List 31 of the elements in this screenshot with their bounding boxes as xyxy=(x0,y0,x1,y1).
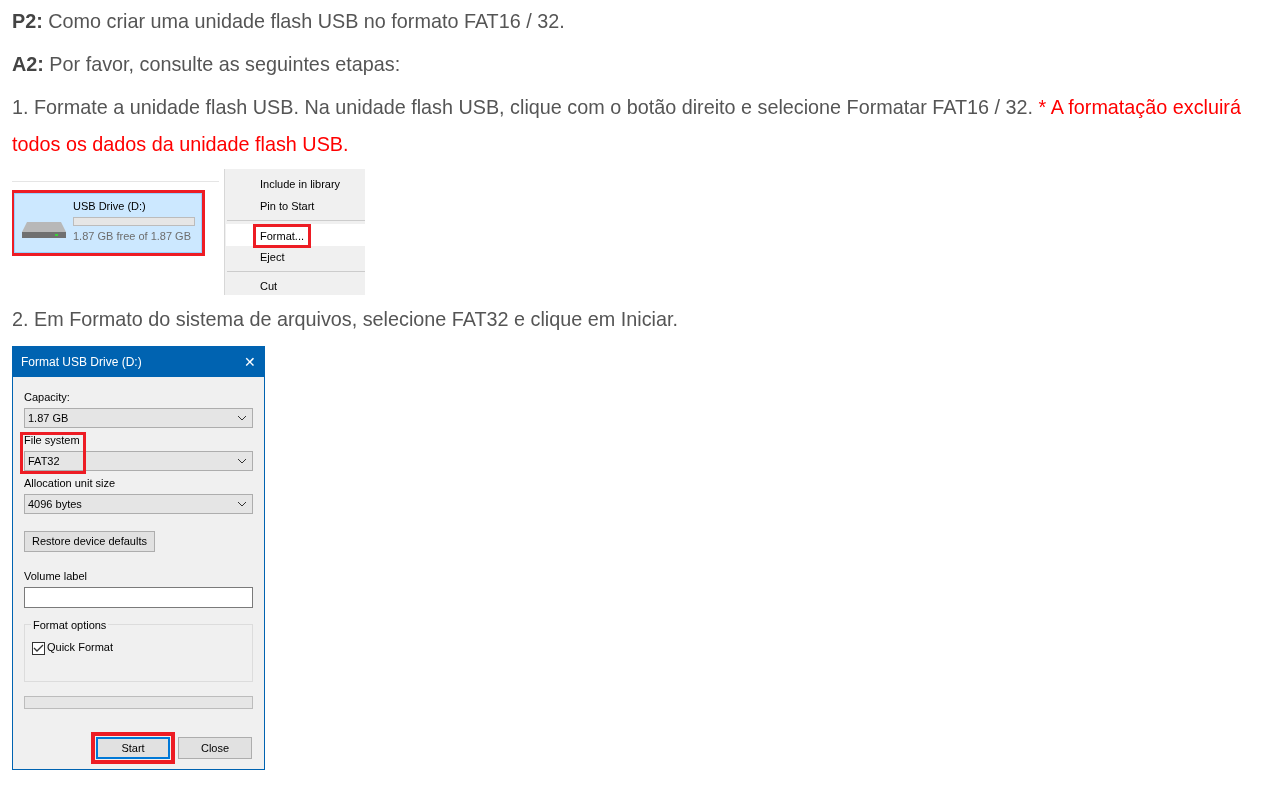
field-label: Volume label xyxy=(24,569,88,584)
field-label: File system xyxy=(24,433,80,448)
checkbox-label: Quick Format xyxy=(47,641,113,653)
close-button[interactable]: ✕ xyxy=(244,351,256,373)
menu-item[interactable]: Cut xyxy=(260,275,278,295)
dialog-button[interactable]: Close xyxy=(178,737,252,759)
restore-button[interactable]: Restore device defaults xyxy=(24,531,155,552)
paragraph: 2. Em Formato do sistema de arquivos, selecione FAT32 e clique em Iniciar. xyxy=(12,307,679,332)
dropdown[interactable]: 1.87 GB xyxy=(24,408,253,428)
chevron-down-icon xyxy=(237,501,247,507)
menu-item[interactable]: Include in library xyxy=(260,173,341,195)
field-label: Allocation unit size xyxy=(24,476,116,491)
input-field[interactable] xyxy=(24,587,253,608)
drive-name: USB Drive (D:) xyxy=(73,199,147,214)
menu-item[interactable]: Pin to Start xyxy=(260,195,315,217)
highlight-frame xyxy=(20,432,86,474)
menu-item[interactable]: Eject xyxy=(260,246,285,268)
dropdown[interactable]: 4096 bytes xyxy=(24,494,253,514)
chevron-down-icon xyxy=(237,458,247,464)
paragraph: A2: Por favor, consulte as seguintes etapas: xyxy=(12,52,402,77)
dropdown[interactable]: FAT32 xyxy=(24,451,253,471)
field-label: Capacity: xyxy=(24,390,70,405)
window-title: Format USB Drive (D:) xyxy=(21,354,142,371)
menu-item[interactable]: Format... xyxy=(253,224,311,248)
free-space-text: 1.87 GB free of 1.87 GB xyxy=(73,229,192,244)
drive-icon xyxy=(21,220,67,240)
checkbox[interactable] xyxy=(32,642,45,655)
paragraph: P2: Como criar uma unidade flash USB no formato FAT16 / 32. xyxy=(12,9,566,34)
paragraph: 1. Formate a unidade flash USB. Na unidade flash USB, clique com o botão direito e selecione Formatar FAT16 / 32. * A formatação excluirá todos os dados da unidade flash USB. xyxy=(12,95,1242,157)
chevron-down-icon xyxy=(237,415,247,421)
drive-tile[interactable]: USB Drive (D:) 1.87 GB free of 1.87 GB xyxy=(14,193,202,253)
